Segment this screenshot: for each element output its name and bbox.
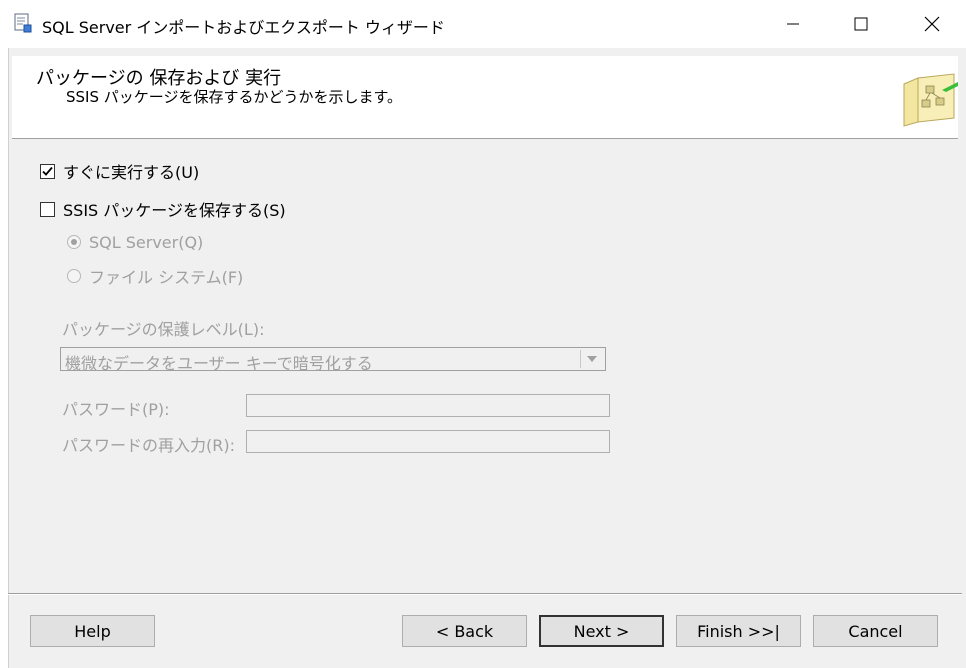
save-package-option[interactable]: SSIS パッケージを保存する(S) — [40, 199, 286, 220]
sql-server-label: SQL Server(Q) — [89, 232, 204, 252]
page-subtitle: SSIS パッケージを保存するかどうかを示します。 — [66, 88, 402, 106]
run-immediately-label: すぐに実行する(U) — [63, 163, 200, 182]
protection-level-label: パッケージの保護レベル(L): — [62, 320, 265, 339]
minimize-icon — [787, 23, 799, 25]
dropdown-arrow-button[interactable] — [580, 350, 603, 368]
package-folder-icon — [903, 73, 958, 127]
background-window-edge — [0, 47, 9, 668]
close-icon — [924, 16, 940, 32]
run-immediately-checkbox[interactable] — [40, 163, 55, 179]
footer-separator — [8, 593, 962, 595]
cancel-button[interactable]: Cancel — [813, 615, 938, 647]
file-system-option[interactable]: ファイル システム(F) — [67, 266, 244, 287]
protection-level-select[interactable]: 機微なデータをユーザー キーで暗号化する — [60, 347, 606, 373]
password-input[interactable] — [246, 394, 610, 417]
wizard-window: SQL Server インポートおよびエクスポート ウィザード パッケージの 保… — [0, 0, 966, 668]
file-system-label: ファイル システム(F) — [89, 268, 244, 287]
sql-server-option[interactable]: SQL Server(Q) — [67, 232, 203, 252]
file-system-radio[interactable] — [67, 269, 81, 283]
protection-level-value: 機微なデータをユーザー キーで暗号化する — [65, 354, 373, 373]
checkmark-icon — [42, 166, 53, 176]
maximize-button[interactable] — [826, 0, 896, 48]
page-header: パッケージの 保存および 実行 SSIS パッケージを保存するかどうかを示します… — [12, 56, 958, 139]
password-confirm-input[interactable] — [246, 430, 610, 453]
password-confirm-label: パスワードの再入力(R): — [62, 436, 235, 455]
sql-server-radio[interactable] — [67, 235, 81, 249]
title-bar[interactable]: SQL Server インポートおよびエクスポート ウィザード — [0, 0, 966, 48]
window-title: SQL Server インポートおよびエクスポート ウィザード — [42, 18, 445, 37]
close-button[interactable] — [897, 0, 966, 48]
maximize-icon — [854, 17, 868, 31]
wizard-app-icon — [14, 13, 32, 33]
run-immediately-option[interactable]: すぐに実行する(U) — [40, 161, 200, 182]
next-button[interactable]: Next > — [539, 615, 664, 647]
finish-button[interactable]: Finish >>| — [676, 615, 801, 647]
save-package-label: SSIS パッケージを保存する(S) — [63, 201, 286, 220]
save-package-checkbox[interactable] — [40, 201, 55, 217]
minimize-button[interactable] — [758, 0, 828, 48]
back-button[interactable]: < Back — [402, 615, 527, 647]
radio-selected-dot — [71, 239, 77, 245]
chevron-down-icon — [587, 356, 597, 362]
help-button[interactable]: Help — [30, 615, 155, 647]
password-label: パスワード(P): — [62, 400, 170, 419]
